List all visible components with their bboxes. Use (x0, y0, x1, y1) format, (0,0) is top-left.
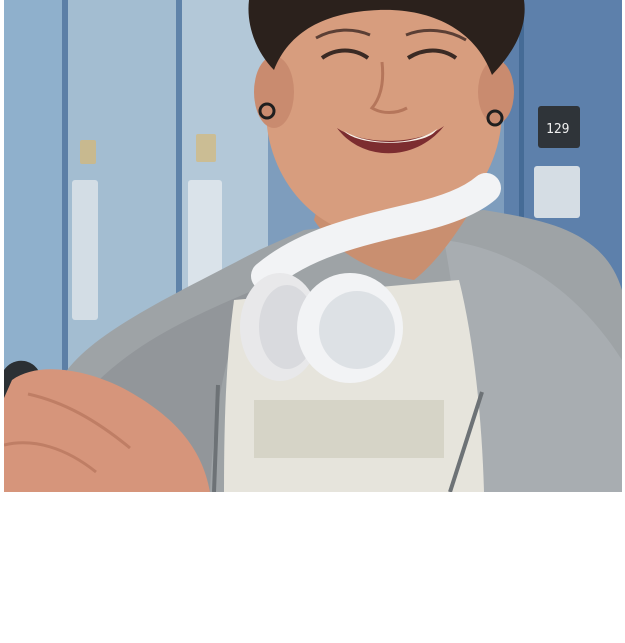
shirt-stripe (254, 400, 444, 458)
locker-lock (80, 140, 96, 164)
locker-handle (72, 180, 98, 320)
right-headphone-center (319, 291, 395, 369)
locker-number: 129 (546, 122, 569, 137)
blank-lower-area (0, 492, 625, 643)
portrait-photo: 129 (4, 0, 622, 492)
locker-lock (196, 134, 216, 162)
locker-handle (534, 166, 580, 218)
page: 129 (0, 0, 625, 643)
photo-illustration: 129 (4, 0, 622, 492)
